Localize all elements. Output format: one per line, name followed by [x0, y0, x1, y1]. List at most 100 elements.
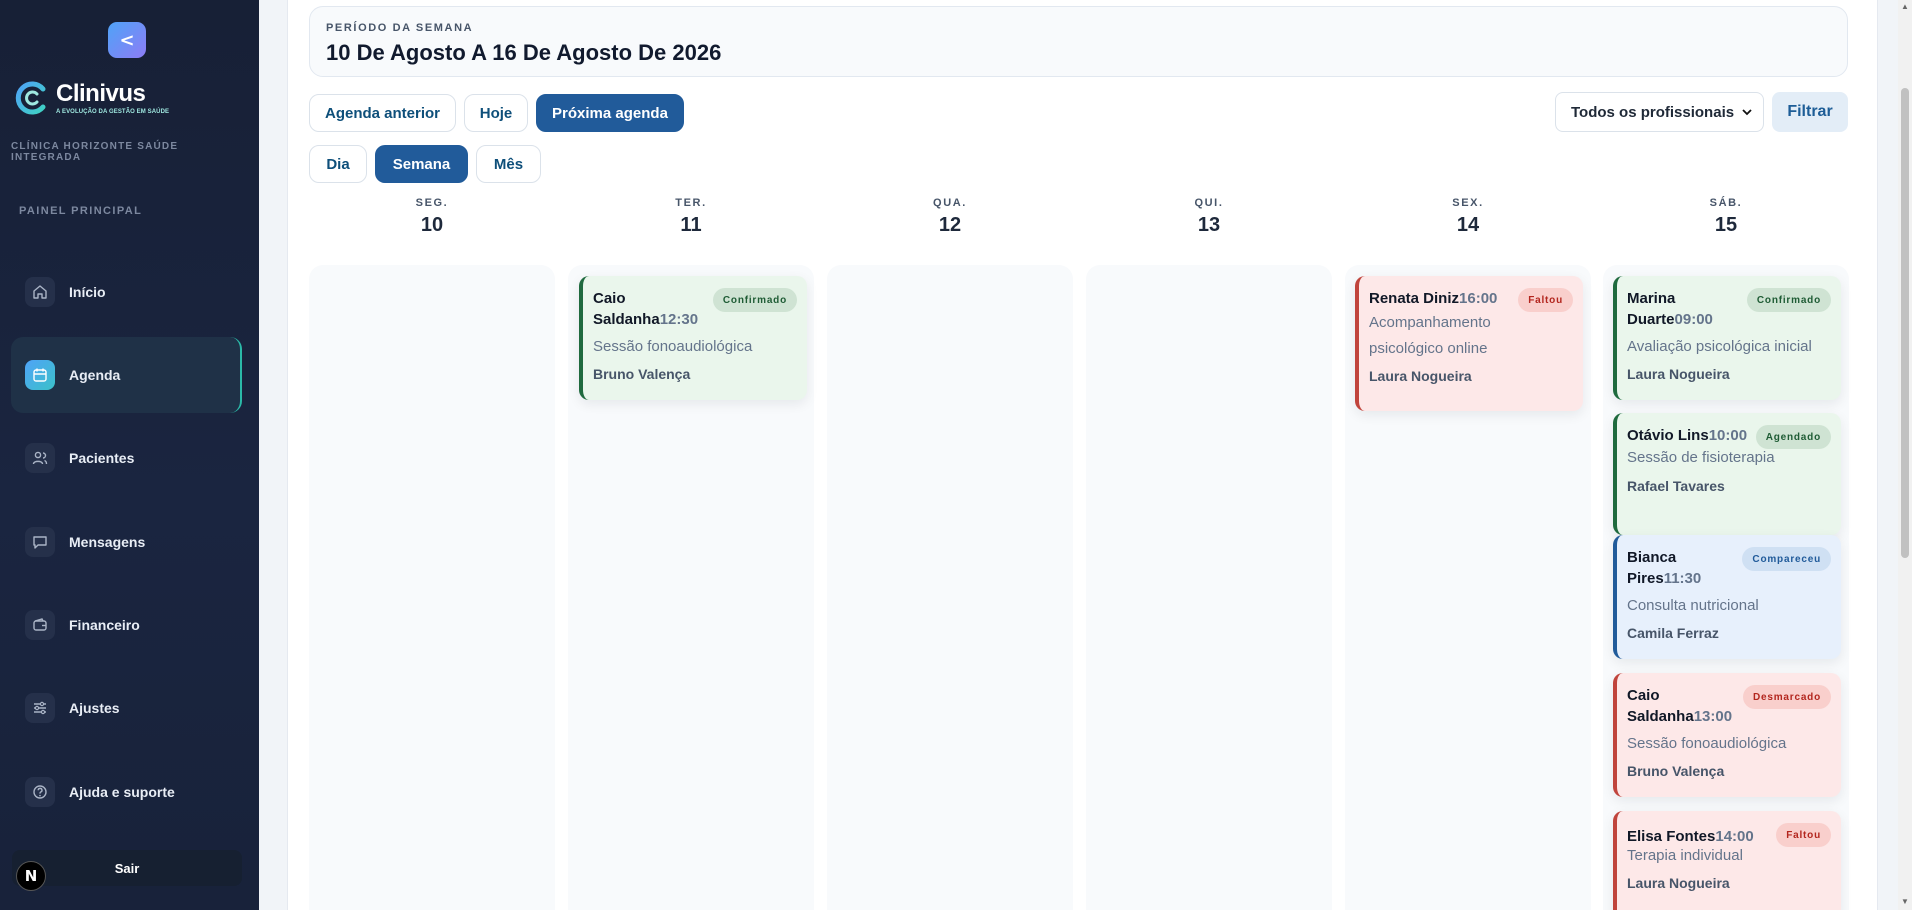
day-number: 11	[680, 214, 702, 236]
day-number: 14	[1456, 214, 1480, 236]
sidebar-item-label: Agenda	[69, 367, 121, 383]
filter-button[interactable]: Filtrar	[1772, 92, 1848, 132]
appointment-service: Acompanhamento psicológico online	[1369, 314, 1491, 357]
appointment-patient: Renata Diniz	[1369, 290, 1460, 307]
sidebar-item-ajustes[interactable]: Ajustes	[11, 670, 242, 746]
appointment-time: 09:00	[1674, 311, 1713, 328]
day-header-tue: TER. 11	[568, 197, 814, 237]
sliders-icon	[25, 693, 55, 723]
status-badge: Desmarcado	[1742, 685, 1831, 709]
sidebar-item-agenda[interactable]: Agenda	[11, 337, 242, 413]
appointment-card[interactable]: Otávio Lins10:00 Agendado Sessão de fisi…	[1613, 413, 1841, 535]
appointment-time: 16:00	[1459, 290, 1498, 307]
appointment-professional: Laura Nogueira	[1627, 875, 1730, 891]
logo-tagline: A EVOLUÇÃO DA GESTÃO EM SAÚDE	[56, 108, 170, 115]
appointment-professional: Laura Nogueira	[1369, 368, 1472, 384]
sidebar-item-financeiro[interactable]: Financeiro	[11, 587, 242, 663]
help-icon	[25, 777, 55, 807]
scroll-down-icon[interactable]: ▼	[1901, 897, 1909, 906]
day-number: 10	[420, 214, 444, 236]
day-name: SEX.	[1452, 197, 1484, 209]
scroll-up-icon[interactable]: ▲	[1901, 2, 1909, 11]
sidebar-item-label: Pacientes	[69, 450, 135, 466]
logo: Clinivus A EVOLUÇÃO DA GESTÃO EM SAÚDE	[14, 80, 169, 116]
appointment-professional: Bruno Valença	[593, 366, 691, 382]
appointment-card[interactable]: Elisa Fontes14:00 Faltou Terapia individ…	[1613, 811, 1841, 910]
sidebar-item-label: Mensagens	[69, 534, 146, 550]
professional-select-value: Todos os profissionais	[1571, 103, 1735, 121]
wallet-icon	[25, 610, 55, 640]
day-name: SÁB.	[1709, 197, 1743, 209]
status-badge: Confirmado	[712, 288, 797, 312]
appointment-service: Sessão fonoaudiológica	[1627, 735, 1787, 752]
appointment-service: Avaliação psicológica inicial	[1627, 338, 1812, 355]
chevron-down-icon	[1742, 109, 1752, 116]
day-name: QUA.	[933, 197, 967, 209]
tab-month[interactable]: Mês	[476, 145, 541, 183]
status-badge: Faltou	[1518, 288, 1573, 312]
home-icon	[25, 277, 55, 307]
appointment-service: Sessão fonoaudiológica	[593, 338, 753, 355]
appointment-time: 11:30	[1663, 570, 1702, 587]
next-agenda-button[interactable]: Próxima agenda	[536, 94, 684, 132]
nextjs-badge-icon[interactable]: N	[16, 861, 46, 891]
day-name: TER.	[675, 197, 707, 209]
sidebar: < Clinivus A EVOLUÇÃO DA GESTÃO EM SAÚDE…	[0, 0, 259, 910]
appointment-time: 14:00	[1715, 828, 1754, 845]
day-header-fri: SEX. 14	[1345, 197, 1591, 237]
previous-agenda-button[interactable]: Agenda anterior	[309, 94, 456, 132]
panel-label: PAINEL PRINCIPAL	[19, 205, 143, 217]
appointment-patient: Otávio Lins	[1627, 427, 1709, 444]
appointment-professional: Rafael Tavares	[1627, 478, 1725, 494]
day-number: 12	[938, 214, 962, 236]
day-number: 13	[1197, 214, 1221, 236]
sidebar-item-inicio[interactable]: Início	[11, 254, 242, 330]
appointment-patient: Caio Saldanha	[593, 290, 660, 328]
appointment-patient: Elisa Fontes	[1627, 828, 1716, 845]
appointment-card[interactable]: Caio Saldanha13:00 Desmarcado Sessão fon…	[1613, 673, 1841, 797]
logo-name: Clinivus	[56, 79, 146, 107]
clinivus-logo-icon	[14, 80, 50, 116]
period-label: PERÍODO DA SEMANA	[326, 22, 474, 34]
calendar-icon	[25, 360, 55, 390]
status-badge: Compareceu	[1742, 547, 1831, 571]
tab-week[interactable]: Semana	[375, 145, 468, 183]
day-name: QUI.	[1194, 197, 1224, 209]
appointment-professional: Camila Ferraz	[1627, 625, 1719, 641]
appointment-card[interactable]: Caio Saldanha12:30 Confirmado Sessão fon…	[579, 276, 807, 400]
today-button[interactable]: Hoje	[464, 94, 528, 132]
week-period-card: PERÍODO DA SEMANA 10 De Agosto A 16 De A…	[309, 6, 1848, 77]
appointment-professional: Bruno Valença	[1627, 763, 1725, 779]
appointment-time: 13:00	[1693, 708, 1733, 725]
period-value: 10 De Agosto A 16 De Agosto De 2026	[326, 40, 722, 65]
collapse-sidebar-button[interactable]: <	[108, 22, 146, 58]
users-icon	[25, 443, 55, 473]
appointment-service: Consulta nutricional	[1627, 597, 1759, 614]
day-name: SEG.	[415, 197, 449, 209]
day-column-thu[interactable]	[1086, 265, 1332, 910]
appointment-card[interactable]: Marina Duarte09:00 Confirmado Avaliação …	[1613, 276, 1841, 400]
day-header-wed: QUA. 12	[827, 197, 1073, 237]
appointment-patient: Caio Saldanha	[1627, 687, 1694, 725]
appointment-card[interactable]: Renata Diniz16:00 Faltou Acompanhamento …	[1355, 276, 1583, 411]
appointment-time: 10:00	[1708, 427, 1748, 444]
appointment-patient: Marina Duarte	[1627, 290, 1676, 328]
chevron-left-icon: <	[119, 29, 135, 51]
tab-day[interactable]: Dia	[309, 145, 367, 183]
day-column-wed[interactable]	[827, 265, 1073, 910]
status-badge: Agendado	[1755, 425, 1831, 449]
clinic-name: CLÍNICA HORIZONTE SAÚDE INTEGRADA	[11, 141, 179, 163]
professional-select[interactable]: Todos os profissionais	[1555, 92, 1764, 132]
sidebar-item-ajuda[interactable]: Ajuda e suporte	[11, 754, 242, 830]
scrollbar-thumb[interactable]	[1901, 88, 1909, 558]
logout-button[interactable]: Sair	[12, 850, 242, 886]
sidebar-item-mensagens[interactable]: Mensagens	[11, 504, 242, 580]
sidebar-item-pacientes[interactable]: Pacientes	[11, 420, 242, 496]
message-icon	[25, 527, 55, 557]
page-scrollbar[interactable]: ▲ ▼	[1898, 0, 1912, 910]
sidebar-item-label: Ajuda e suporte	[69, 784, 175, 800]
appointment-card[interactable]: Bianca Pires11:30 Compareceu Consulta nu…	[1613, 535, 1841, 659]
appointment-professional: Laura Nogueira	[1627, 366, 1730, 382]
day-column-mon[interactable]	[309, 265, 555, 910]
day-header-sat: SÁB. 15	[1603, 197, 1849, 237]
